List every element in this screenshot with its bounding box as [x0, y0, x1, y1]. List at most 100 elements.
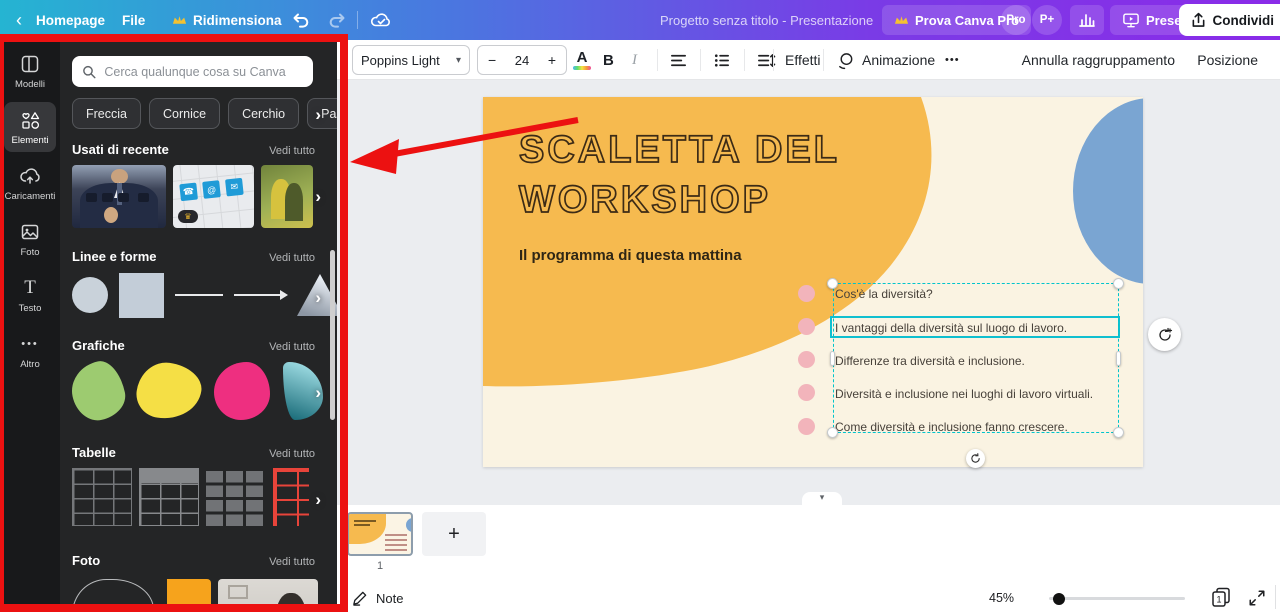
- selection-handle-ne[interactable]: [1113, 278, 1124, 289]
- bullet-dot[interactable]: [798, 384, 815, 401]
- team-avatar-p-plus[interactable]: P+: [1032, 5, 1062, 35]
- undo-button[interactable]: [290, 0, 310, 40]
- save-status-button[interactable]: [370, 0, 392, 40]
- document-title[interactable]: Progetto senza titolo - Presentazione: [660, 0, 873, 40]
- position-button[interactable]: Posizione: [1197, 40, 1258, 80]
- redo-button[interactable]: [328, 0, 348, 40]
- bold-button[interactable]: B: [603, 40, 614, 80]
- shape-arrow[interactable]: [234, 294, 286, 296]
- font-size-decrease[interactable]: −: [488, 52, 496, 68]
- table-red-thumb[interactable]: [273, 468, 309, 526]
- chip-cerchio[interactable]: Cerchio: [228, 98, 299, 129]
- sidebar-item-altro[interactable]: ••• Altro: [4, 326, 56, 376]
- photo-desk-scene[interactable]: [218, 579, 318, 612]
- section-recent: Usati di recente Vedi tutto: [72, 142, 315, 157]
- table-filled-thumb[interactable]: [206, 468, 266, 526]
- shapes-next-icon[interactable]: ›: [315, 288, 321, 308]
- rotate-handle[interactable]: [966, 449, 985, 468]
- group-selection-box[interactable]: [833, 283, 1119, 433]
- sidebar-item-modelli[interactable]: Modelli: [4, 46, 56, 96]
- photo-outline-shape[interactable]: [72, 579, 154, 612]
- menu-file[interactable]: File: [122, 0, 145, 40]
- selection-handle-sw[interactable]: [827, 427, 838, 438]
- shape-square[interactable]: [119, 273, 164, 318]
- see-all-lines[interactable]: Vedi tutto: [269, 252, 315, 264]
- recent-next-icon[interactable]: ›: [315, 187, 321, 207]
- insights-button[interactable]: [1070, 5, 1104, 35]
- regenerate-button[interactable]: [1148, 318, 1181, 351]
- panel-scrollbar[interactable]: [330, 250, 335, 420]
- selection-handle-nw[interactable]: [827, 278, 838, 289]
- slide-title[interactable]: SCALETTA DEL WORKSHOP: [519, 125, 840, 225]
- graphic-blob-green[interactable]: [67, 357, 130, 425]
- chip-freccia[interactable]: Freccia: [72, 98, 141, 129]
- chip-pasqua[interactable]: Pasqua: [307, 98, 337, 129]
- font-size-stepper[interactable]: − 24 +: [477, 45, 567, 75]
- recent-photo-businessman[interactable]: [72, 165, 166, 228]
- undo-icon: [290, 11, 310, 29]
- sidebar-item-testo[interactable]: T Testo: [4, 270, 56, 320]
- selection-handle-e[interactable]: [1116, 351, 1121, 366]
- zoom-slider[interactable]: [1049, 597, 1185, 600]
- graphic-blob-yellow[interactable]: [133, 359, 204, 423]
- see-all-graphics[interactable]: Vedi tutto: [269, 341, 315, 353]
- more-options-button[interactable]: •••: [945, 40, 960, 80]
- bullet-dot[interactable]: [798, 351, 815, 368]
- see-all-recent[interactable]: Vedi tutto: [269, 145, 315, 157]
- graphic-blob-pink[interactable]: [214, 362, 270, 420]
- slide-page[interactable]: SCALETTA DEL WORKSHOP Il programma di qu…: [483, 97, 1143, 467]
- menu-homepage[interactable]: Homepage: [36, 0, 105, 40]
- effects-button[interactable]: Effetti: [785, 40, 821, 80]
- alignment-button[interactable]: [669, 40, 688, 80]
- blue-blob: [1073, 98, 1143, 284]
- chip-cornice[interactable]: Cornice: [149, 98, 220, 129]
- font-size-increase[interactable]: +: [548, 52, 556, 68]
- recent-photo-keyboard[interactable]: ☎ @ ✉ ♛: [173, 165, 254, 228]
- ungroup-button[interactable]: Annulla raggruppamento: [1022, 40, 1175, 80]
- bullet-dot[interactable]: [798, 418, 815, 435]
- notes-button[interactable]: Note: [352, 590, 403, 606]
- sidebar-item-caricamenti[interactable]: Caricamenti: [4, 158, 56, 208]
- toolbar-divider: [700, 49, 701, 71]
- sidebar-item-foto[interactable]: Foto: [4, 214, 56, 264]
- selection-handle-w[interactable]: [830, 351, 835, 366]
- chevron-down-icon: ▾: [820, 492, 825, 502]
- selection-handle-se[interactable]: [1113, 427, 1124, 438]
- font-size-value[interactable]: 24: [515, 53, 529, 68]
- back-button[interactable]: ‹: [16, 0, 22, 40]
- table-outline-thumb[interactable]: [72, 468, 132, 526]
- italic-button[interactable]: I: [632, 40, 637, 80]
- bullet-dot[interactable]: [798, 285, 815, 302]
- list-button[interactable]: [712, 40, 731, 80]
- sidebar-item-elementi[interactable]: Elementi: [4, 102, 56, 152]
- font-family-select[interactable]: Poppins Light ▾: [352, 45, 470, 75]
- photo-orange-shape[interactable]: [161, 579, 211, 612]
- see-all-photos[interactable]: Vedi tutto: [269, 556, 315, 568]
- search-chips: Freccia Cornice Cerchio Pasqua: [72, 98, 337, 129]
- slide-subtitle[interactable]: Il programma di questa mattina: [519, 247, 742, 264]
- fullscreen-button[interactable]: [1248, 589, 1266, 612]
- see-all-tables[interactable]: Vedi tutto: [269, 448, 315, 460]
- recent-photo-couple[interactable]: [261, 165, 313, 228]
- share-button[interactable]: Condividi: [1179, 4, 1280, 36]
- bullet-dot[interactable]: [798, 318, 815, 335]
- search-input[interactable]: [104, 65, 303, 79]
- mail-key-icon: ✉: [225, 178, 244, 197]
- zoom-slider-knob[interactable]: [1053, 593, 1065, 605]
- team-avatar-pro[interactable]: Pro: [1001, 5, 1031, 35]
- table-header-thumb[interactable]: [139, 468, 199, 526]
- page-thumbnail-1[interactable]: [347, 512, 413, 556]
- menu-resize[interactable]: Ridimensiona: [172, 0, 282, 40]
- text-color-button[interactable]: A: [573, 40, 591, 80]
- grid-view-button[interactable]: 1: [1209, 585, 1233, 612]
- add-page-button[interactable]: +: [422, 512, 486, 556]
- graphics-next-icon[interactable]: ›: [315, 383, 321, 403]
- tables-next-icon[interactable]: ›: [315, 490, 321, 510]
- search-bar[interactable]: [72, 56, 313, 87]
- rotate-icon: [970, 453, 981, 464]
- shape-line[interactable]: [175, 294, 223, 296]
- chips-next-icon[interactable]: ›: [315, 105, 321, 125]
- filmstrip-collapse-tab[interactable]: ▾: [802, 492, 842, 505]
- animation-button[interactable]: Animazione: [836, 40, 935, 80]
- shape-circle[interactable]: [72, 277, 108, 313]
